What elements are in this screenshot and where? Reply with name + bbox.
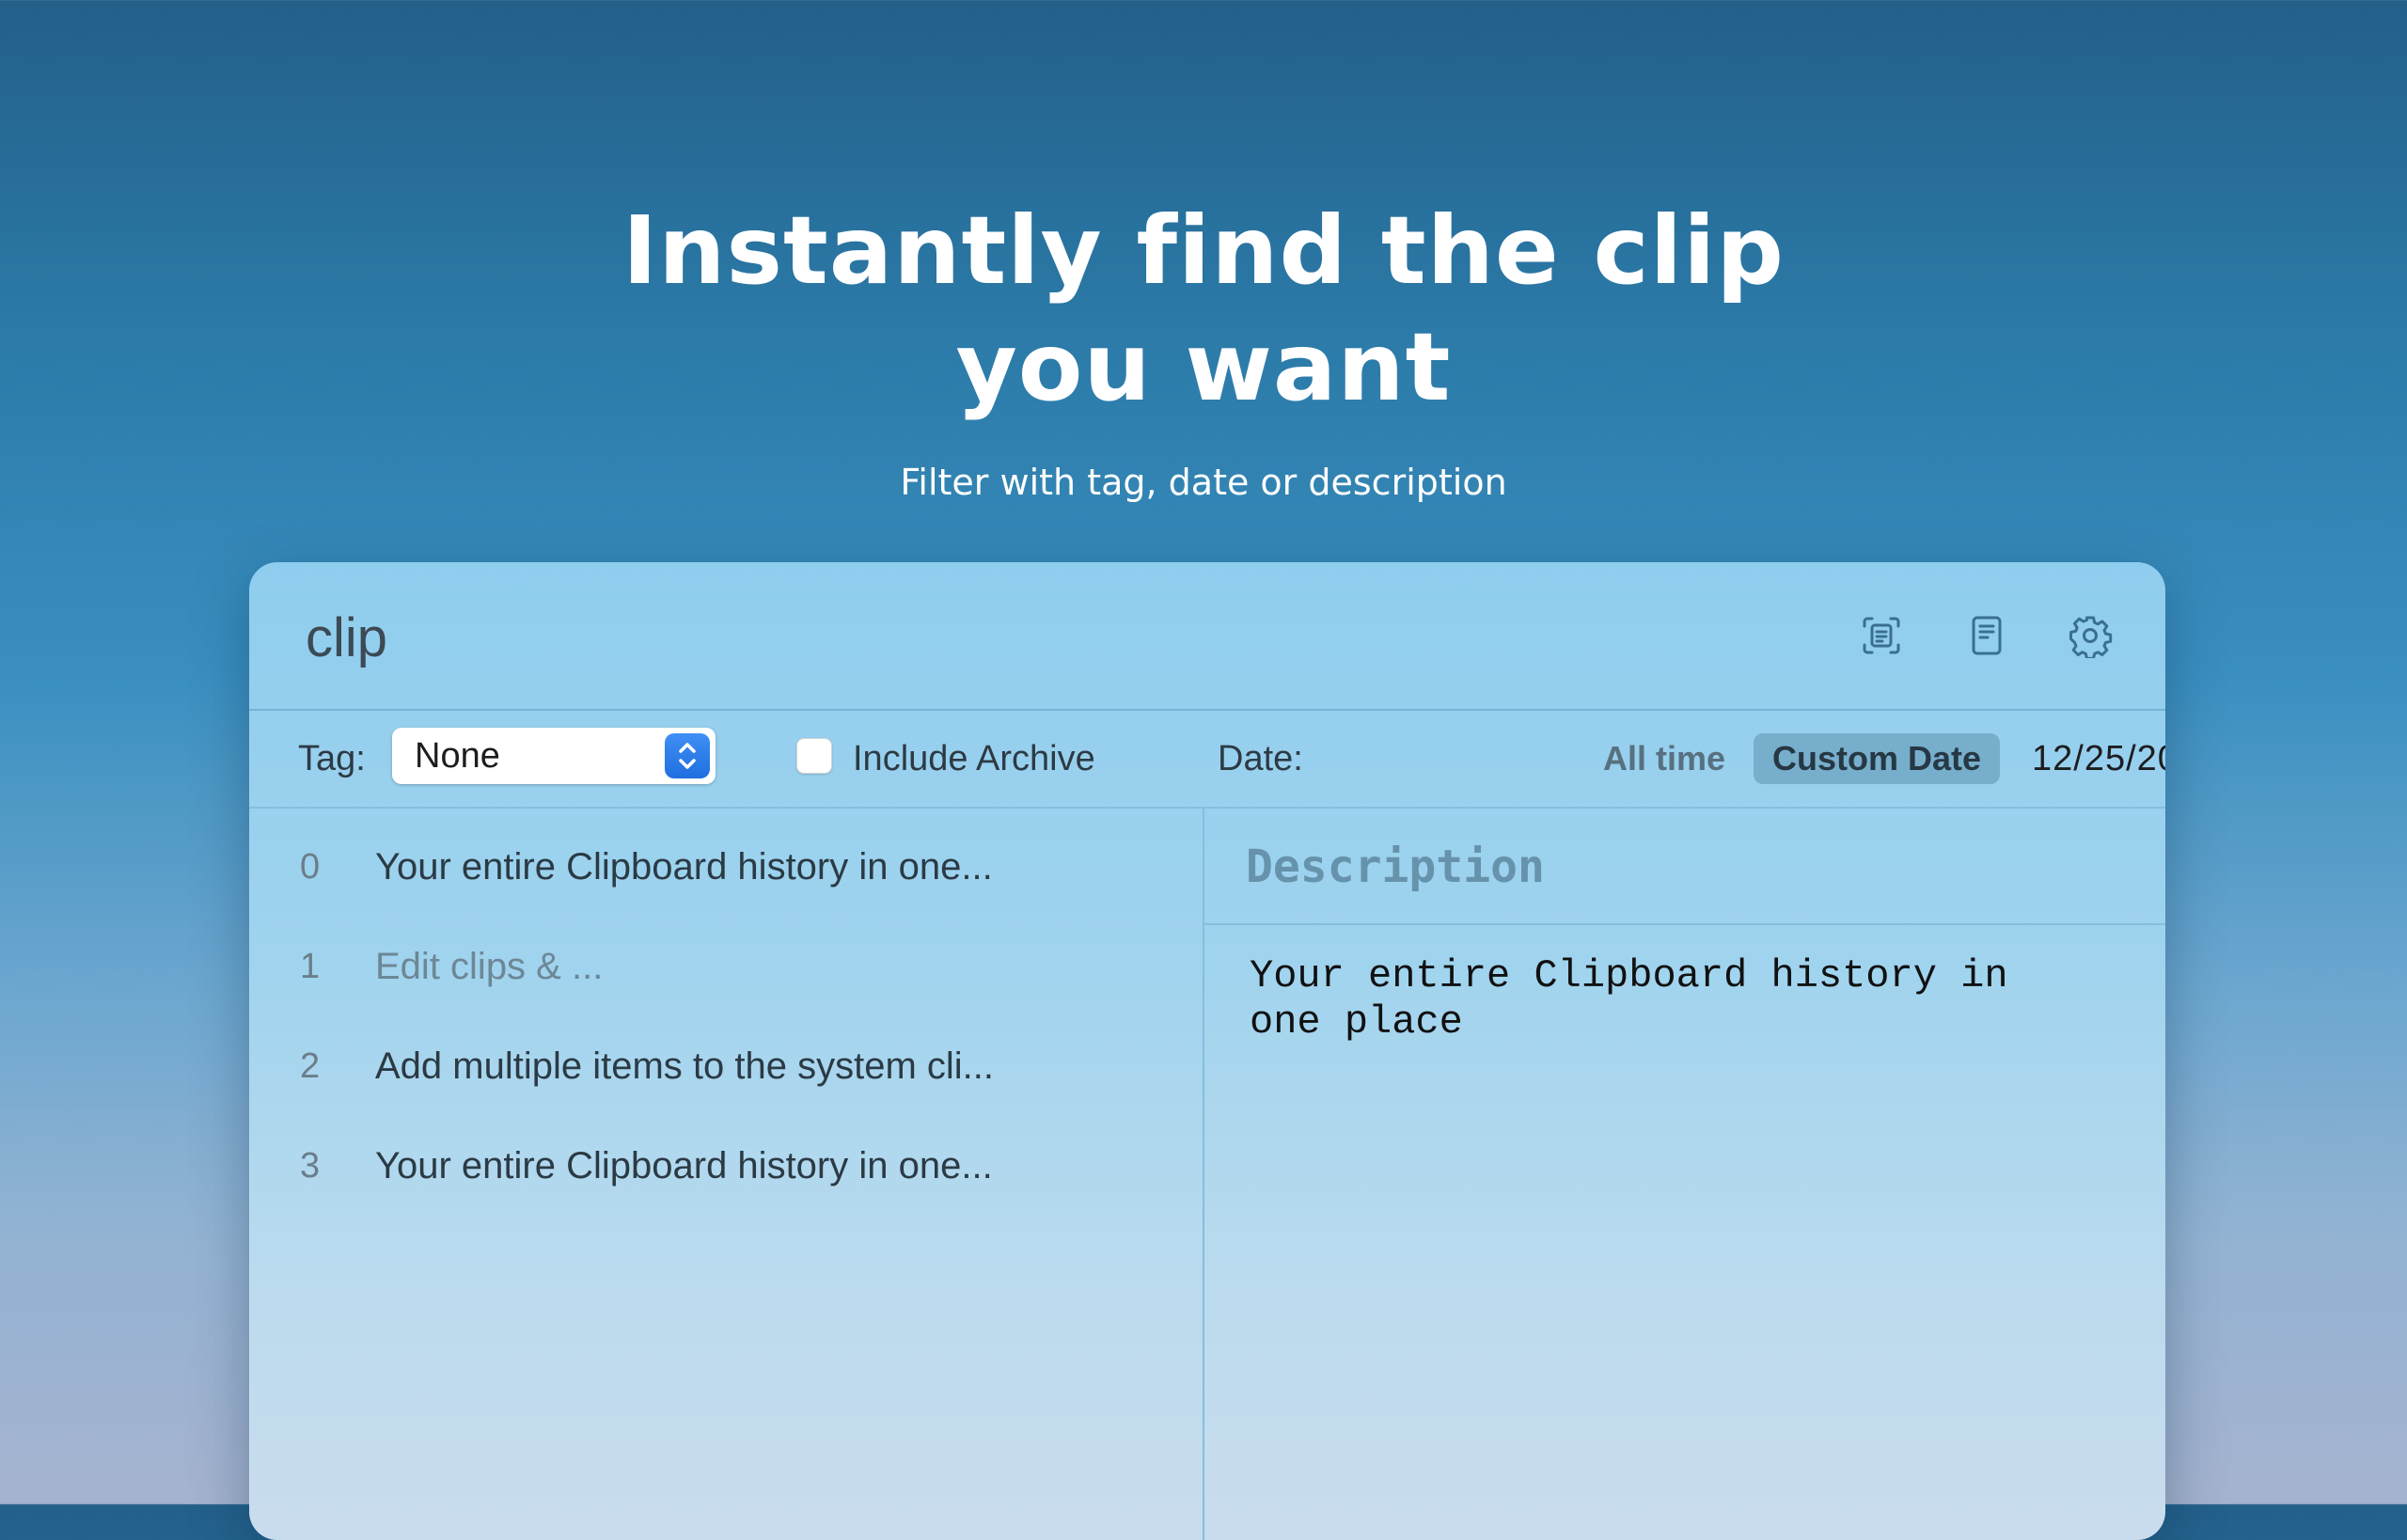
clip-list: 0 Your entire Clipboard history in one..… (249, 809, 1204, 1540)
hero-title-line-1: Instantly find the clip (622, 196, 1785, 306)
gear-icon[interactable] (2066, 611, 2115, 660)
detail-header: Description (1204, 809, 2165, 925)
list-item-text: Your entire Clipboard history in one... (375, 1145, 993, 1186)
list-item[interactable]: 2 Add multiple items to the system cli..… (249, 1029, 1203, 1104)
list-item-text: Your entire Clipboard history in one... (375, 846, 993, 888)
tag-select-value: None (415, 736, 500, 776)
description-content[interactable]: Your entire Clipboard history in one pla… (1250, 953, 2133, 1045)
date-option-all-time[interactable]: All time (1584, 733, 1744, 784)
hero-title: Instantly find the clip you want (0, 193, 2407, 426)
date-field[interactable]: 12/25/2021 (2032, 735, 2165, 782)
list-item-index: 2 (300, 1046, 321, 1086)
include-archive-checkbox[interactable] (796, 738, 832, 774)
app-window: clip Tag: None Include Archive Date: All… (249, 562, 2165, 1540)
text-scan-icon[interactable] (1857, 611, 1906, 660)
tag-select[interactable]: None (392, 728, 716, 784)
detail-pane: Description Your entire Clipboard histor… (1204, 809, 2165, 1540)
hero-subtitle: Filter with tag, date or description (900, 462, 1507, 503)
list-item[interactable]: 3 Your entire Clipboard history in one..… (249, 1128, 1203, 1203)
document-icon[interactable] (1962, 611, 2011, 660)
app-title: clip (306, 607, 388, 668)
list-item-text: Add multiple items to the system cli... (375, 1045, 995, 1087)
list-item-index: 0 (300, 847, 321, 887)
include-archive-label: Include Archive (853, 739, 1095, 778)
list-item[interactable]: 1 Edit clips & ... (249, 929, 1203, 1004)
filter-bar: Tag: None Include Archive Date: All time… (249, 711, 2165, 809)
tag-label: Tag: (298, 739, 366, 778)
description-heading[interactable]: Description (1246, 841, 1545, 893)
date-label: Date: (1218, 739, 1303, 778)
hero-title-line-2: you want (955, 312, 1452, 422)
list-item[interactable]: 0 Your entire Clipboard history in one..… (249, 829, 1203, 904)
list-item-text: Edit clips & ... (375, 946, 604, 987)
date-option-custom-date[interactable]: Custom Date (1754, 733, 2001, 784)
list-item-index: 1 (300, 947, 321, 986)
chevron-up-down-icon (665, 733, 710, 778)
title-bar: clip (249, 562, 2165, 711)
list-item-index: 3 (300, 1146, 321, 1186)
